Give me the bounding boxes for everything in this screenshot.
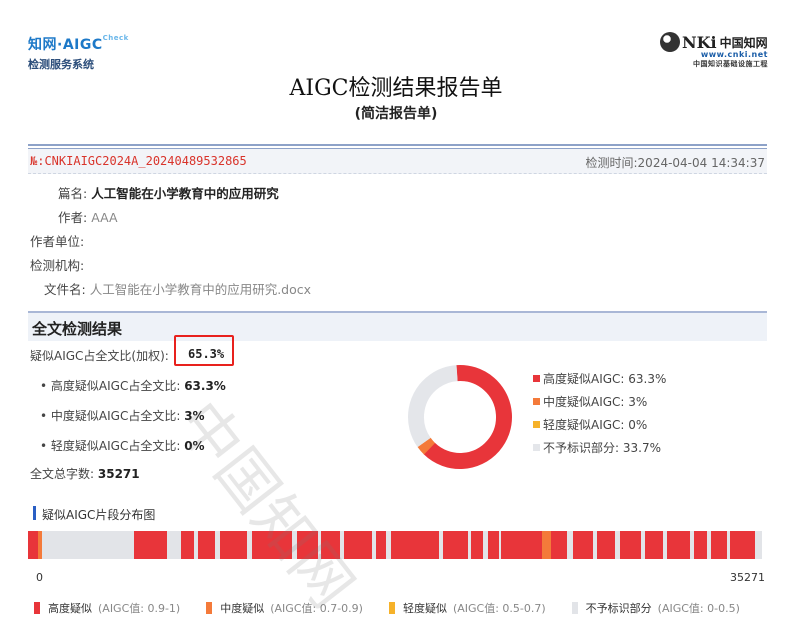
total-words: 全文总字数: 35271 <box>30 465 140 482</box>
dist-segment <box>134 531 168 559</box>
logo-text: 知网·AIGC <box>28 37 103 53</box>
dist-segment <box>644 531 663 559</box>
watermark: 中国知网 <box>163 388 367 621</box>
dist-segment <box>38 531 42 559</box>
weighted-ratio: 疑似AIGC占全文比(加权): <box>30 347 169 364</box>
dist-title-marker <box>33 506 36 520</box>
dist-segment <box>620 531 641 559</box>
bottom-legend-label: 高度疑似 <box>48 602 92 615</box>
meta-title-value: 人工智能在小学教育中的应用研究 <box>91 186 279 201</box>
dist-segment <box>28 531 39 559</box>
logo-mark: NKi <box>682 32 717 52</box>
bottom-legend: 高度疑似 (AIGC值: 0.9-1) 中度疑似 (AIGC值: 0.7-0.9) … <box>34 600 740 616</box>
meta-unit-label: 作者单位: <box>30 234 85 249</box>
meta-unit: 作者单位: <box>30 231 84 250</box>
report-title: AIGC检测结果报告单 <box>289 76 503 101</box>
highlight-box <box>174 335 234 366</box>
legend-swatch <box>533 444 540 451</box>
bottom-legend-swatch <box>388 602 395 614</box>
bottom-legend-note: (AIGC值: 0.5-0.7) <box>452 602 546 615</box>
dist-segment <box>710 531 727 559</box>
dist-segment <box>443 531 469 559</box>
dist-segment <box>198 531 216 559</box>
dist-segment <box>596 531 616 559</box>
dist-segment <box>541 531 551 559</box>
total-label: 全文总字数: <box>30 467 95 481</box>
report-id-row: №:CNKIAIGC2024A_20240489532865 检测时间:2024… <box>28 149 767 174</box>
dist-segment <box>694 531 707 559</box>
dist-segment <box>391 531 440 559</box>
high-label: • 高度疑似AIGC占全文比: <box>40 379 181 393</box>
bottom-legend-swatch <box>206 602 213 614</box>
meta-title: 篇名: 人工智能在小学教育中的应用研究 <box>58 183 279 202</box>
legend-none: 不予标识部分: 33.7% <box>533 436 666 459</box>
aigc-donut-chart <box>407 365 512 469</box>
dist-segment <box>572 531 594 559</box>
logo-url: www.cnki.net <box>700 50 768 59</box>
report-subtitle: (简洁报告单) <box>354 106 438 122</box>
meta-author-label: 作者: <box>58 210 88 225</box>
low-label: • 轻度疑似AIGC占全文比: <box>40 439 181 453</box>
legend-high-label: 高度疑似AIGC: 63.3% <box>543 372 667 386</box>
globe-icon <box>660 32 680 52</box>
cnki-aigc-logo: 知网·AIGCCheck 检测服务系统 <box>28 34 129 72</box>
bottom-legend-high: 高度疑似 (AIGC值: 0.9-1) <box>34 600 180 616</box>
dist-segment <box>550 531 568 559</box>
dist-segment <box>501 531 542 559</box>
bottom-legend-low: 轻度疑似 (AIGC值: 0.5-0.7) <box>388 600 546 616</box>
section-title: 全文检测结果 <box>32 320 123 338</box>
meta-org-label: 检测机构: <box>30 258 85 273</box>
meta-author-value: AAA <box>91 210 118 225</box>
distribution-bar <box>28 531 762 559</box>
dist-title: 疑似AIGC片段分布图 <box>42 508 156 522</box>
legend-low: 轻度疑似AIGC: 0% <box>533 413 666 436</box>
high-ratio: • 高度疑似AIGC占全文比: 63.3% <box>40 377 226 394</box>
mid-label: • 中度疑似AIGC占全文比: <box>40 409 181 423</box>
bottom-legend-note: (AIGC值: 0.9-1) <box>98 602 181 615</box>
logo-project: 中国知识基础设施工程 <box>693 60 768 68</box>
legend-mid-label: 中度疑似AIGC: 3% <box>543 395 648 409</box>
legend-swatch <box>533 421 540 428</box>
bottom-legend-label: 不予标识部分 <box>585 602 652 615</box>
meta-title-label: 篇名: <box>58 186 88 201</box>
bottom-legend-swatch <box>34 602 40 614</box>
legend-low-label: 轻度疑似AIGC: 0% <box>543 418 648 432</box>
logo-sup: Check <box>102 34 129 42</box>
meta-author: 作者: AAA <box>58 207 118 226</box>
legend-swatch <box>533 398 540 405</box>
legend-swatch <box>533 375 540 382</box>
bottom-legend-none: 不予标识部分 (AIGC值: 0-0.5) <box>571 600 740 616</box>
dist-segment <box>180 531 194 559</box>
dist-min-label: 0 <box>36 571 43 584</box>
dist-segment <box>729 531 755 559</box>
legend-none-label: 不予标识部分: 33.7% <box>543 441 661 455</box>
dist-segment <box>470 531 484 559</box>
dist-segment <box>375 531 387 559</box>
cnki-logo: NKi 中国知网 www.cnki.net 中国知识基础设施工程 <box>660 32 768 69</box>
logo-cn: 中国知网 <box>719 35 768 50</box>
legend-high: 高度疑似AIGC: 63.3% <box>533 367 666 390</box>
meta-org: 检测机构: <box>30 255 84 274</box>
bottom-legend-swatch <box>571 602 578 614</box>
meta-file-label: 文件名: <box>44 282 86 297</box>
dist-segment <box>488 531 500 559</box>
total-value: 35271 <box>97 467 140 481</box>
report-number: №:CNKIAIGC2024A_20240489532865 <box>30 154 247 168</box>
dist-segment <box>666 531 691 559</box>
meta-file-value: 人工智能在小学教育中的应用研究.docx <box>89 282 312 297</box>
bottom-legend-mid: 中度疑似 (AIGC值: 0.7-0.9) <box>206 600 363 616</box>
bottom-legend-note: (AIGC值: 0-0.5) <box>657 602 740 615</box>
bottom-legend-label: 中度疑似 <box>220 602 265 615</box>
meta-file: 文件名: 人工智能在小学教育中的应用研究.docx <box>44 279 311 298</box>
detect-time: 检测时间:2024-04-04 14:34:37 <box>585 156 766 170</box>
bottom-legend-label: 轻度疑似 <box>402 602 447 615</box>
section-header: 全文检测结果 <box>28 311 767 341</box>
dist-max-label: 35271 <box>730 571 765 584</box>
weighted-label: 疑似AIGC占全文比(加权): <box>30 349 169 363</box>
chart-legend: 高度疑似AIGC: 63.3% 中度疑似AIGC: 3% 轻度疑似AIGC: 0… <box>533 367 666 459</box>
legend-mid: 中度疑似AIGC: 3% <box>533 390 666 413</box>
